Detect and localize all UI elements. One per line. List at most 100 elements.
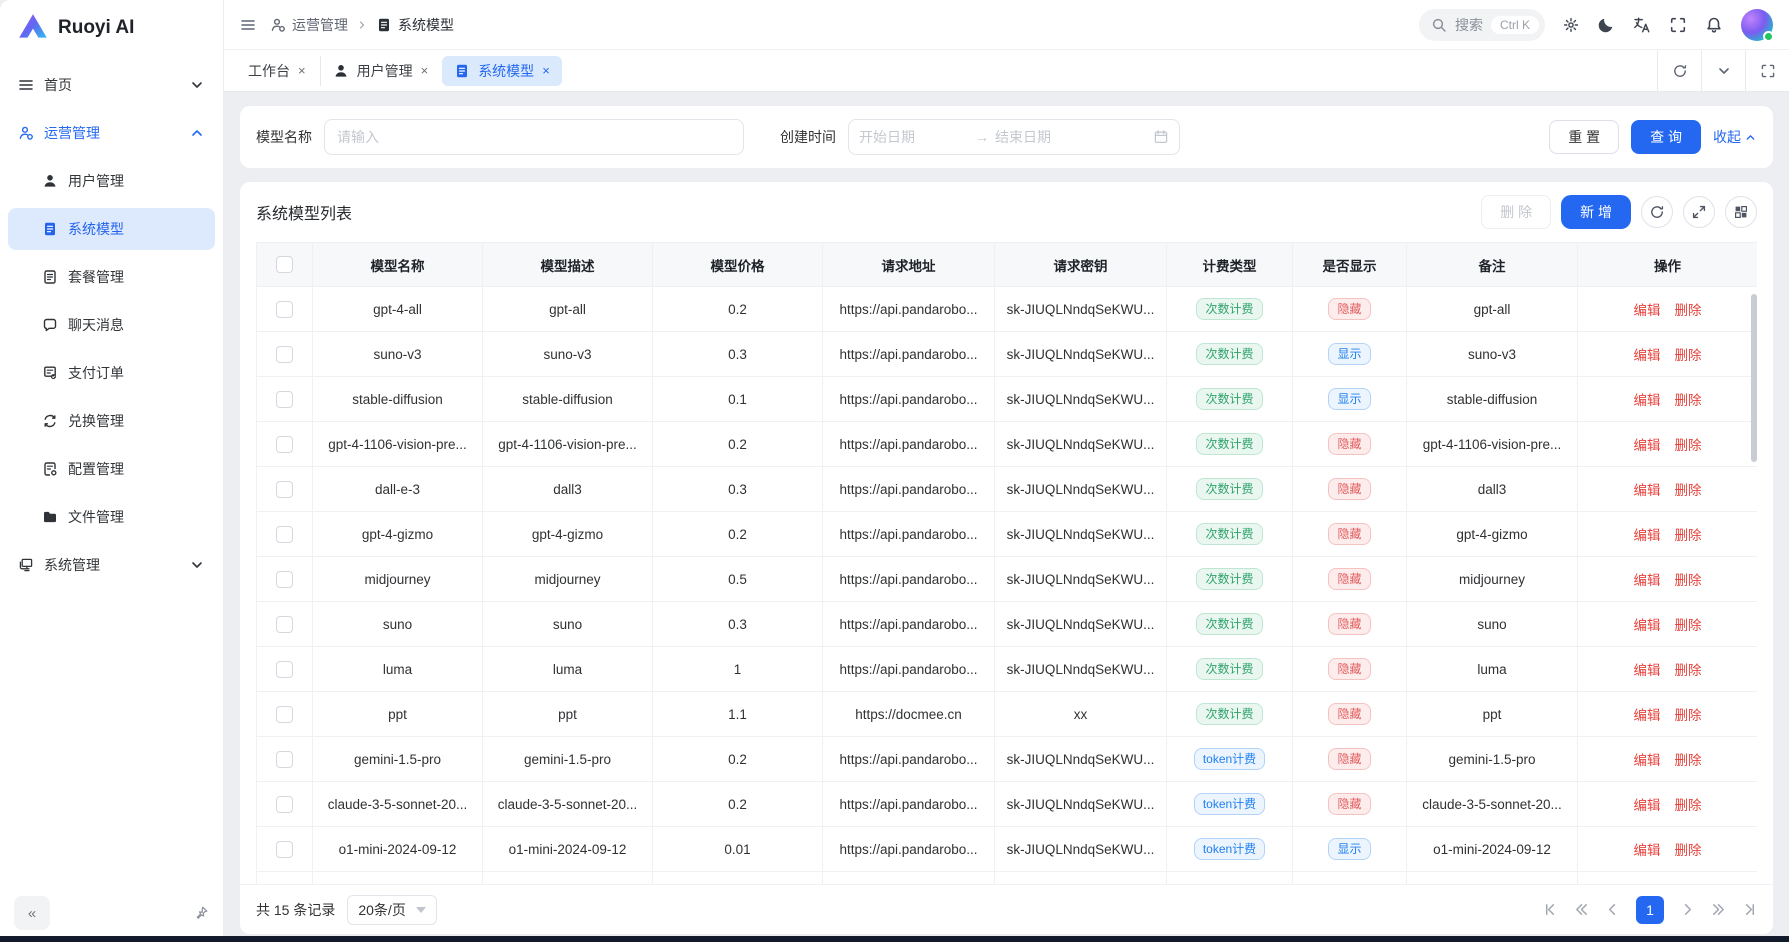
edit-link[interactable]: 编辑 xyxy=(1634,393,1661,408)
translate-icon[interactable] xyxy=(1633,16,1651,34)
row-checkbox[interactable] xyxy=(276,481,293,498)
sidebar-collapse-button[interactable]: « xyxy=(14,896,50,930)
row-checkbox[interactable] xyxy=(276,436,293,453)
breadcrumb: 运营管理 系统模型 xyxy=(270,15,454,35)
tab-refresh-button[interactable] xyxy=(1657,50,1701,91)
row-checkbox[interactable] xyxy=(276,526,293,543)
global-search[interactable]: 搜索 Ctrl K xyxy=(1419,9,1545,41)
sidebar-item-exchange[interactable]: 兑换管理 xyxy=(8,400,215,442)
sidebar-item-system-models[interactable]: 系统模型 xyxy=(8,208,215,250)
fullscreen-table-button[interactable] xyxy=(1683,196,1715,228)
page-size-select[interactable]: 20条/页 xyxy=(347,895,436,925)
user-avatar[interactable] xyxy=(1741,9,1773,41)
fast-forward-button[interactable] xyxy=(1711,902,1726,917)
column-settings-button[interactable] xyxy=(1725,196,1757,228)
fullscreen-icon[interactable] xyxy=(1669,16,1687,34)
row-checkbox[interactable] xyxy=(276,796,293,813)
row-checkbox[interactable] xyxy=(276,841,293,858)
delete-link[interactable]: 删除 xyxy=(1675,843,1702,858)
reset-button[interactable]: 重 置 xyxy=(1549,120,1619,154)
edit-link[interactable]: 编辑 xyxy=(1634,438,1661,453)
sidebar-item-config[interactable]: 配置管理 xyxy=(8,448,215,490)
next-page-button[interactable] xyxy=(1680,902,1695,917)
gear-icon[interactable] xyxy=(1563,17,1579,33)
query-button[interactable]: 查 询 xyxy=(1631,120,1701,154)
start-date-input[interactable] xyxy=(859,129,969,145)
sidebar-item-home[interactable]: 首页 xyxy=(8,64,215,106)
edit-link[interactable]: 编辑 xyxy=(1634,303,1661,318)
close-icon[interactable]: × xyxy=(298,63,306,78)
bell-icon[interactable] xyxy=(1705,16,1723,34)
delete-link[interactable]: 删除 xyxy=(1675,348,1702,363)
delete-link[interactable]: 删除 xyxy=(1675,483,1702,498)
vertical-scrollbar[interactable] xyxy=(1751,294,1757,462)
close-icon[interactable]: × xyxy=(421,63,429,78)
delete-link[interactable]: 删除 xyxy=(1675,303,1702,318)
cell-model-name: dall-e-3 xyxy=(313,467,483,512)
sidebar-item-files[interactable]: 文件管理 xyxy=(8,496,215,538)
add-button[interactable]: 新 增 xyxy=(1561,195,1631,229)
breadcrumb-current[interactable]: 系统模型 xyxy=(376,15,454,35)
tab-user-management[interactable]: 用户管理 × xyxy=(320,56,441,86)
edit-link[interactable]: 编辑 xyxy=(1634,528,1661,543)
main-area: 运营管理 系统模型 搜索 Ctrl K xyxy=(224,0,1789,942)
sidebar-item-system-management[interactable]: 系统管理 xyxy=(8,544,215,586)
row-checkbox[interactable] xyxy=(276,616,293,633)
delete-button[interactable]: 删 除 xyxy=(1481,195,1551,229)
sidebar-item-payment-orders[interactable]: 支付订单 xyxy=(8,352,215,394)
close-icon[interactable]: × xyxy=(542,63,550,78)
first-page-button[interactable] xyxy=(1543,902,1558,917)
delete-link[interactable]: 删除 xyxy=(1675,753,1702,768)
end-date-input[interactable] xyxy=(995,129,1105,145)
sidebar-item-packages[interactable]: 套餐管理 xyxy=(8,256,215,298)
hamburger-icon[interactable] xyxy=(240,17,256,33)
table-title: 系统模型列表 xyxy=(256,200,352,224)
row-checkbox[interactable] xyxy=(276,571,293,588)
row-checkbox[interactable] xyxy=(276,391,293,408)
delete-link[interactable]: 删除 xyxy=(1675,618,1702,633)
delete-link[interactable]: 删除 xyxy=(1675,438,1702,453)
sidebar-item-operations[interactable]: 运营管理 xyxy=(8,112,215,154)
edit-link[interactable]: 编辑 xyxy=(1634,348,1661,363)
models-table: 模型名称 模型描述 模型价格 请求地址 请求密钥 计费类型 是否显示 备注 操作 xyxy=(256,242,1757,884)
cell-request-url: https://api.pandarobo... xyxy=(823,557,995,602)
edit-link[interactable]: 编辑 xyxy=(1634,753,1661,768)
row-checkbox[interactable] xyxy=(276,661,293,678)
row-checkbox[interactable] xyxy=(276,706,293,723)
tab-maximize-button[interactable] xyxy=(1745,50,1789,91)
delete-link[interactable]: 删除 xyxy=(1675,663,1702,678)
delete-link[interactable]: 删除 xyxy=(1675,798,1702,813)
edit-link[interactable]: 编辑 xyxy=(1634,708,1661,723)
fast-backward-button[interactable] xyxy=(1574,902,1589,917)
last-page-button[interactable] xyxy=(1742,902,1757,917)
date-range-picker[interactable]: → xyxy=(848,119,1180,155)
folder-icon xyxy=(42,509,58,525)
collapse-filter-link[interactable]: 收起 xyxy=(1713,127,1757,147)
delete-link[interactable]: 删除 xyxy=(1675,528,1702,543)
row-checkbox[interactable] xyxy=(276,751,293,768)
sidebar-item-chat-messages[interactable]: 聊天消息 xyxy=(8,304,215,346)
current-page-button[interactable]: 1 xyxy=(1636,896,1664,924)
edit-link[interactable]: 编辑 xyxy=(1634,573,1661,588)
tab-system-models[interactable]: 系统模型 × xyxy=(442,56,562,86)
select-all-checkbox[interactable] xyxy=(276,256,293,273)
delete-link[interactable]: 删除 xyxy=(1675,573,1702,588)
tab-menu-button[interactable] xyxy=(1701,50,1745,91)
pin-icon[interactable] xyxy=(193,905,209,921)
edit-link[interactable]: 编辑 xyxy=(1634,843,1661,858)
tab-workbench[interactable]: 工作台 × xyxy=(236,56,318,86)
edit-link[interactable]: 编辑 xyxy=(1634,798,1661,813)
edit-link[interactable]: 编辑 xyxy=(1634,663,1661,678)
edit-link[interactable]: 编辑 xyxy=(1634,618,1661,633)
row-checkbox[interactable] xyxy=(276,346,293,363)
moon-icon[interactable] xyxy=(1597,16,1615,34)
edit-link[interactable]: 编辑 xyxy=(1634,483,1661,498)
row-checkbox[interactable] xyxy=(276,301,293,318)
breadcrumb-parent[interactable]: 运营管理 xyxy=(270,15,348,35)
sidebar-item-user-management[interactable]: 用户管理 xyxy=(8,160,215,202)
model-name-input[interactable] xyxy=(324,119,744,155)
delete-link[interactable]: 删除 xyxy=(1675,708,1702,723)
prev-page-button[interactable] xyxy=(1605,902,1620,917)
delete-link[interactable]: 删除 xyxy=(1675,393,1702,408)
refresh-button[interactable] xyxy=(1641,196,1673,228)
